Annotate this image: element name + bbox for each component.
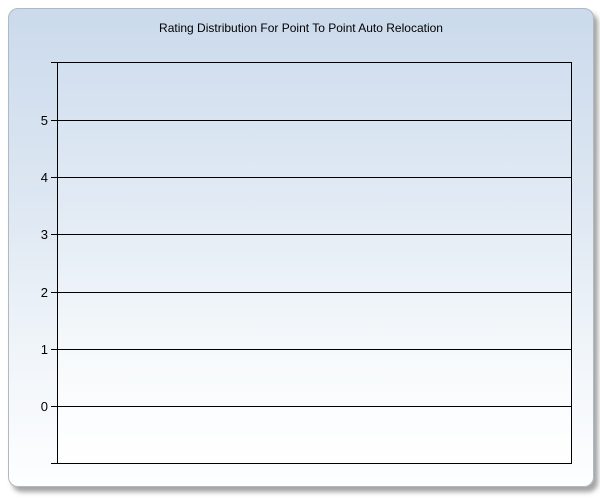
- plot-area: [57, 62, 572, 464]
- y-gridline: [58, 349, 571, 350]
- y-axis-tick: [51, 463, 58, 464]
- y-axis-tick-label: 2: [40, 285, 48, 300]
- y-axis-tick-label: 5: [40, 113, 48, 128]
- y-axis-tick-label: 0: [40, 399, 48, 414]
- y-axis-tick: [51, 406, 58, 407]
- chart-title: Rating Distribution For Point To Point A…: [159, 21, 443, 35]
- y-gridline: [58, 177, 571, 178]
- y-axis-tick: [51, 349, 58, 350]
- y-gridline: [58, 292, 571, 293]
- y-axis-tick: [51, 62, 58, 63]
- y-axis-tick: [51, 177, 58, 178]
- y-axis-tick: [51, 234, 58, 235]
- y-axis-tick: [51, 292, 58, 293]
- y-axis-tick-label: 1: [40, 342, 48, 357]
- y-gridline: [58, 406, 571, 407]
- y-gridline: [58, 120, 571, 121]
- chart-screenshot: Rating Distribution For Point To Point A…: [0, 0, 600, 500]
- chart-panel: Rating Distribution For Point To Point A…: [8, 8, 594, 487]
- y-axis-tick-label: 3: [40, 227, 48, 242]
- y-gridline: [58, 234, 571, 235]
- y-axis-tick-label: 4: [40, 170, 48, 185]
- y-axis-tick: [51, 120, 58, 121]
